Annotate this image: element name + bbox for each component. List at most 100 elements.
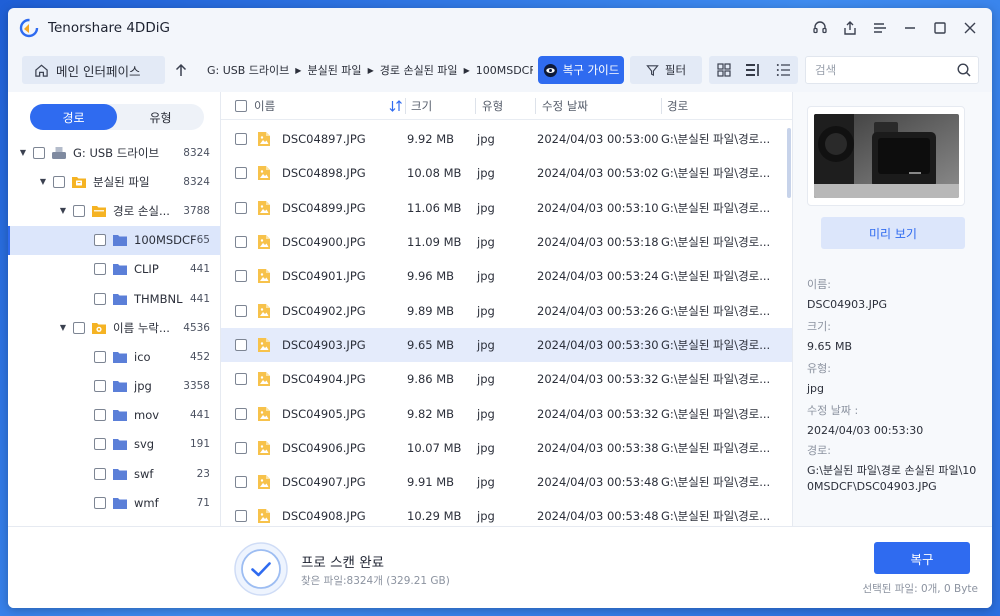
tree-item-swf[interactable]: swf 23 xyxy=(8,459,220,488)
tree-item-count: 4536 xyxy=(183,321,210,334)
tree-checkbox[interactable] xyxy=(94,292,106,305)
list-view-icon[interactable] xyxy=(772,59,794,81)
file-row-checkbox[interactable] xyxy=(235,476,247,489)
file-size: 10.29 MB xyxy=(407,509,462,524)
column-divider[interactable] xyxy=(661,98,662,114)
up-arrow-icon[interactable] xyxy=(170,58,192,82)
share-icon[interactable] xyxy=(838,16,862,40)
vertical-scrollbar[interactable] xyxy=(787,128,791,198)
file-row-checkbox[interactable] xyxy=(235,270,247,283)
file-row[interactable]: DSC04905.JPG 9.82 MB jpg 2024/04/03 00:53:3… xyxy=(221,396,792,430)
image-file-icon xyxy=(258,440,270,455)
breadcrumb-item[interactable]: 분실된 파일 xyxy=(307,62,361,78)
column-header-date[interactable]: 수정 날짜 xyxy=(542,98,588,114)
file-row[interactable]: DSC04901.JPG 9.96 MB jpg 2024/04/03 00:53:2… xyxy=(221,259,792,293)
tree-item-svg[interactable]: svg 191 xyxy=(8,430,220,459)
home-button[interactable]: 메인 인터페이스 xyxy=(22,56,165,84)
breadcrumb-item[interactable]: G: USB 드라이브 xyxy=(207,62,289,78)
file-row-checkbox[interactable] xyxy=(235,304,247,317)
tree-item-jpg[interactable]: jpg 3358 xyxy=(8,372,220,401)
maximize-icon[interactable] xyxy=(928,16,952,40)
tree-item-ico[interactable]: ico 452 xyxy=(8,342,220,371)
column-divider[interactable] xyxy=(405,98,406,114)
tree-item-mov[interactable]: mov 441 xyxy=(8,401,220,430)
tree-checkbox[interactable] xyxy=(94,496,106,509)
search-input[interactable] xyxy=(806,57,946,83)
file-row[interactable]: DSC04906.JPG 10.07 MB jpg 2024/04/03 00:53:… xyxy=(221,431,792,465)
file-row-checkbox[interactable] xyxy=(235,338,247,351)
file-row[interactable]: DSC04902.JPG 9.89 MB jpg 2024/04/03 00:53:2… xyxy=(221,293,792,327)
tab-type[interactable]: 유형 xyxy=(117,104,204,130)
sort-icon[interactable] xyxy=(389,100,403,112)
guide-eye-icon xyxy=(543,63,557,77)
column-divider[interactable] xyxy=(475,98,476,114)
selected-files-info: 선택된 파일: 0개, 0 Byte xyxy=(862,583,978,595)
expand-caret-icon[interactable]: ▼ xyxy=(38,177,48,186)
expand-caret-icon[interactable]: ▼ xyxy=(18,148,28,157)
column-header-name[interactable]: 이름 xyxy=(254,98,275,114)
tree-checkbox[interactable] xyxy=(53,175,65,188)
search-box xyxy=(805,56,979,84)
column-header-size[interactable]: 크기 xyxy=(411,98,432,114)
column-divider[interactable] xyxy=(535,98,536,114)
tree-checkbox[interactable] xyxy=(73,321,85,334)
close-icon[interactable] xyxy=(958,16,982,40)
file-row-checkbox[interactable] xyxy=(235,201,247,214)
tab-path[interactable]: 경로 xyxy=(30,104,117,130)
filter-button[interactable]: 필터 xyxy=(630,56,702,84)
search-icon[interactable] xyxy=(956,62,972,78)
file-row[interactable]: DSC04903.JPG 9.65 MB jpg 2024/04/03 00:53:3… xyxy=(221,327,792,363)
tree-item-thmbnl[interactable]: THMBNL 441 xyxy=(8,284,220,313)
support-headset-icon[interactable] xyxy=(808,16,832,40)
tree-checkbox[interactable] xyxy=(33,146,45,159)
tree-item-count: 3358 xyxy=(183,380,210,393)
file-row[interactable]: DSC04904.JPG 9.86 MB jpg 2024/04/03 00:53:3… xyxy=(221,362,792,396)
file-row[interactable]: DSC04908.JPG 10.29 MB jpg 2024/04/03 00:53:… xyxy=(221,499,792,526)
file-row-checkbox[interactable] xyxy=(235,510,247,523)
file-row[interactable]: DSC04900.JPG 11.09 MB jpg 2024/04/03 00:53:… xyxy=(221,225,792,259)
tree-checkbox[interactable] xyxy=(94,409,106,422)
image-file-icon xyxy=(258,303,270,318)
tree-item-count: 71 xyxy=(196,496,210,509)
tree-checkbox[interactable] xyxy=(94,380,106,393)
file-row[interactable]: DSC04899.JPG 11.06 MB jpg 2024/04/03 00:53:… xyxy=(221,191,792,225)
tree-item-lost-path[interactable]: ▼ 경로 손실... 3788 xyxy=(8,196,220,225)
tree-item-clip[interactable]: CLIP 441 xyxy=(8,255,220,284)
file-row[interactable]: DSC04897.JPG 9.92 MB jpg 2024/04/03 00:53:0… xyxy=(221,122,792,156)
expand-caret-icon[interactable]: ▼ xyxy=(58,323,68,332)
tree-item-lost-files[interactable]: ▼ 분실된 파일 8324 xyxy=(8,167,220,196)
breadcrumb-item[interactable]: 100MSDCF xyxy=(476,64,533,77)
file-row-checkbox[interactable] xyxy=(235,407,247,420)
preview-button[interactable]: 미리 보기 xyxy=(821,217,965,249)
select-all-checkbox[interactable] xyxy=(235,99,247,112)
tree-checkbox[interactable] xyxy=(94,350,106,363)
tree-checkbox[interactable] xyxy=(94,438,106,451)
tree-checkbox[interactable] xyxy=(73,204,85,217)
tree-checkbox[interactable] xyxy=(94,467,106,480)
file-row-checkbox[interactable] xyxy=(235,373,247,386)
file-row-checkbox[interactable] xyxy=(235,441,247,454)
tree-item-wmf[interactable]: wmf 71 xyxy=(8,488,220,517)
tree-item-usb-drive[interactable]: ▼ G: USB 드라이브 8324 xyxy=(8,138,220,167)
expand-caret-icon[interactable]: ▼ xyxy=(58,206,68,215)
file-row-checkbox[interactable] xyxy=(235,133,247,146)
tree-checkbox[interactable] xyxy=(94,234,106,247)
detail-view-icon[interactable] xyxy=(742,59,764,81)
view-type-toggle: 경로 유형 xyxy=(30,104,204,130)
menu-icon[interactable] xyxy=(868,16,892,40)
recovery-guide-button[interactable]: 복구 가이드 xyxy=(538,56,624,84)
recover-button[interactable]: 복구 xyxy=(874,542,970,574)
file-row-checkbox[interactable] xyxy=(235,167,247,180)
column-header-path[interactable]: 경로 xyxy=(667,98,688,114)
tree-item-missing-names[interactable]: ▼ 이름 누락... 4536 xyxy=(8,313,220,342)
file-row[interactable]: DSC04898.JPG 10.08 MB jpg 2024/04/03 00:53:… xyxy=(221,156,792,190)
column-header-type[interactable]: 유형 xyxy=(482,98,503,114)
breadcrumb-item[interactable]: 경로 손실된 파일 xyxy=(380,62,458,78)
tree-checkbox[interactable] xyxy=(94,263,106,276)
tree-item-100msdcf[interactable]: 100MSDCF 65 xyxy=(8,225,220,255)
file-path: G:\분실된 파일\경로... xyxy=(661,235,771,250)
file-row[interactable]: DSC04907.JPG 9.91 MB jpg 2024/04/03 00:53:4… xyxy=(221,465,792,499)
minimize-icon[interactable] xyxy=(898,16,922,40)
grid-view-icon[interactable] xyxy=(713,59,735,81)
file-row-checkbox[interactable] xyxy=(235,236,247,249)
